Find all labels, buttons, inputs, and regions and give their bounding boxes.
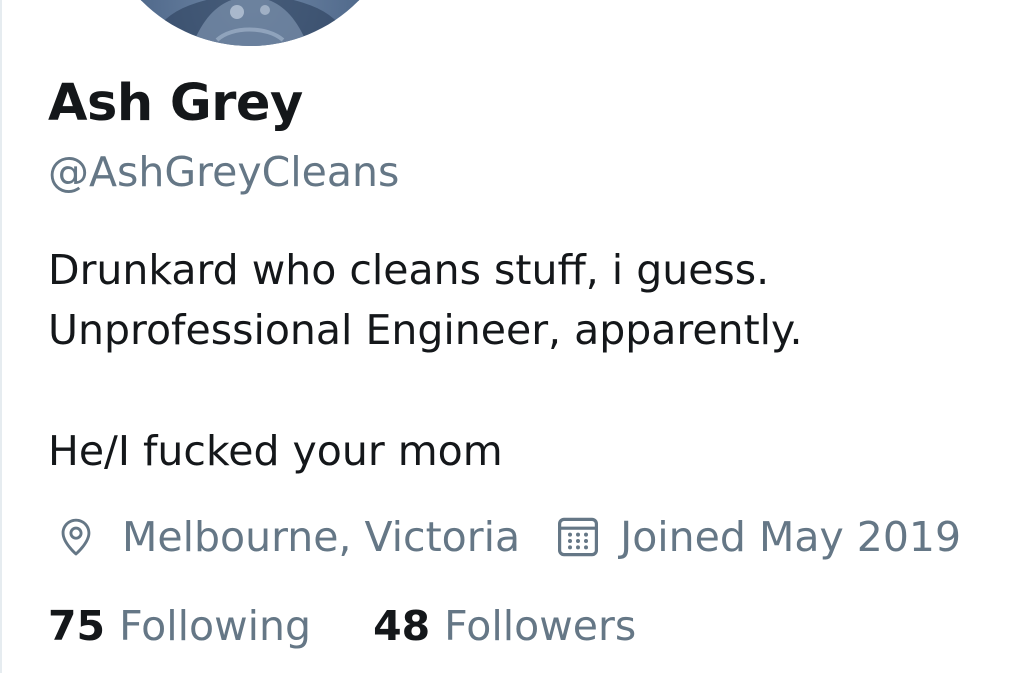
following-count: 75 [48,602,106,650]
bio-line: Drunkard who cleans stuff, i guess. [48,246,770,294]
profile-avatar[interactable] [97,0,403,46]
followers-label: Followers [444,602,637,650]
location-pin-icon [48,509,104,565]
joined-item: Joined May 2019 [520,509,961,565]
avatar-photo [155,0,345,46]
profile-name: Ash Grey [48,74,303,133]
bio-spacer [48,360,1008,421]
profile-meta: Melbourne, Victoria Joined May 2019 [48,506,961,568]
calendar-icon [550,509,606,565]
bio-line: Unprofessional Engineer, apparently. [48,306,803,354]
location-text: Melbourne, Victoria [122,513,521,561]
column-border [0,0,2,673]
profile-stats: 75 Following 48 Followers [48,602,636,650]
profile-handle: @AshGreyCleans [48,148,400,196]
location-item: Melbourne, Victoria [48,509,520,565]
bio-line: He/I fucked your mom [48,427,503,475]
followers-link[interactable]: 48 Followers [373,602,636,650]
following-link[interactable]: 75 Following [48,602,311,650]
profile-bio: Drunkard who cleans stuff, i guess. Unpr… [48,240,1008,481]
joined-text: Joined May 2019 [620,513,962,561]
following-label: Following [119,602,312,650]
followers-count: 48 [373,602,431,650]
